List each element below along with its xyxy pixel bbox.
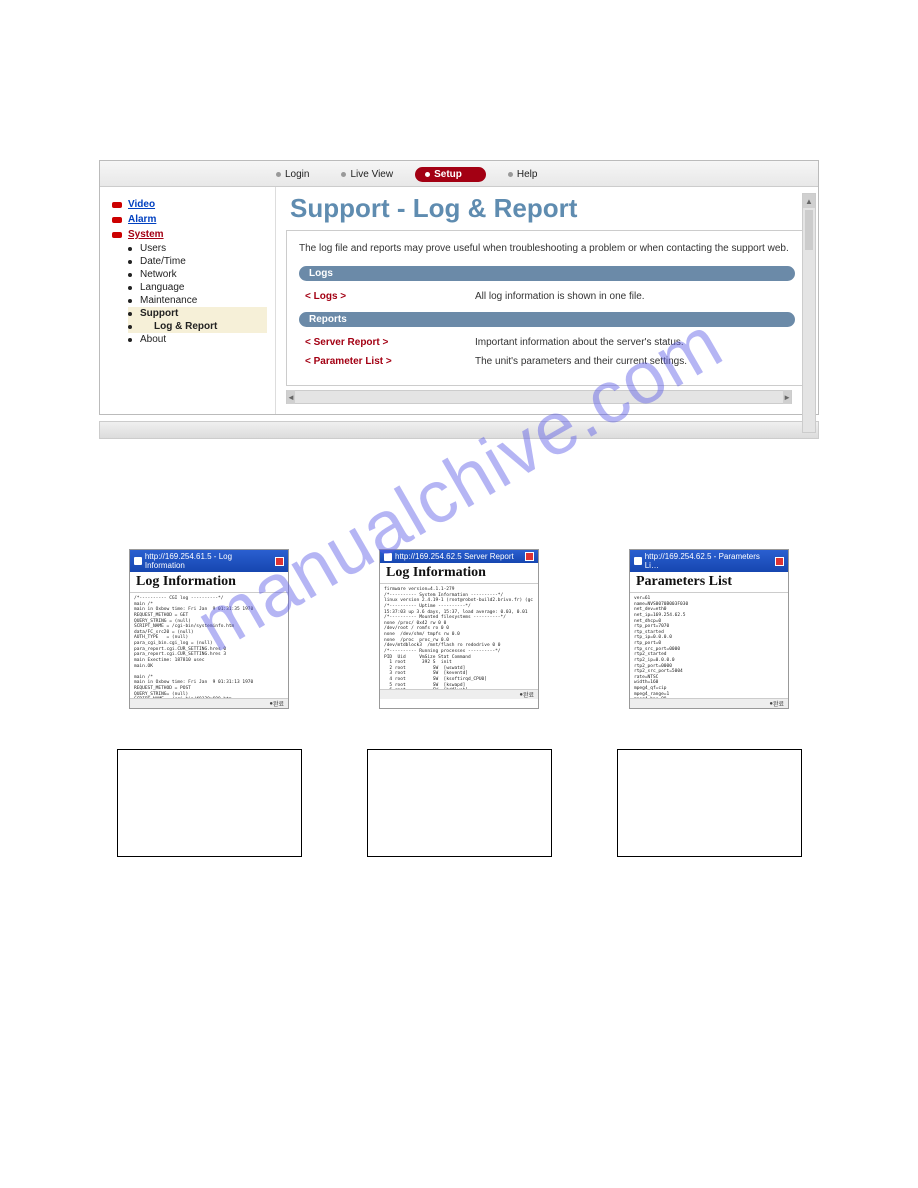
sidebar-video[interactable]: Video (112, 197, 267, 212)
link-logs[interactable]: < Logs > (305, 291, 455, 302)
scroll-left-icon[interactable]: ◄ (287, 390, 295, 404)
sidebar-system[interactable]: System (112, 227, 267, 242)
link-server-report[interactable]: < Server Report > (305, 337, 455, 348)
ie-icon (634, 557, 642, 565)
tab-live-view[interactable]: Live View (331, 167, 403, 182)
sidebar-item-maintenance[interactable]: Maintenance (128, 294, 267, 307)
thumb-parameters: http://169.254.62.5 - Parameters Li… Par… (629, 549, 789, 709)
sidebar-item-support[interactable]: Support (128, 307, 267, 320)
sidebar-item-log-report[interactable]: Log & Report (128, 320, 267, 333)
tab-login[interactable]: Login (266, 167, 319, 182)
close-icon[interactable] (275, 557, 284, 566)
page-title: Support - Log & Report (290, 193, 808, 224)
tab-help-label: Help (517, 169, 538, 180)
app-window: Login Live View Setup Help Video Alarm S… (99, 160, 819, 415)
thumb-heading: Log Information (380, 563, 538, 584)
top-tabbar: Login Live View Setup Help (100, 161, 818, 187)
thumb-body: ver=61 name=NVS0070B003F030 net_dev=eth0… (630, 593, 788, 698)
scroll-right-icon[interactable]: ► (783, 390, 791, 404)
thumbnail-row: http://169.254.61.5 - Log Information Lo… (99, 549, 819, 709)
sidebar-item-about[interactable]: About (128, 333, 267, 346)
sidebar-item-users[interactable]: Users (128, 242, 267, 255)
scroll-thumb[interactable] (805, 210, 813, 250)
close-icon[interactable] (525, 552, 534, 561)
thumb-heading: Parameters List (630, 572, 788, 593)
desc-logs: All log information is shown in one file… (475, 291, 789, 302)
tab-help[interactable]: Help (498, 167, 548, 182)
desc-server-report: Important information about the server's… (475, 337, 789, 348)
tab-setup-label: Setup (434, 169, 462, 180)
sidebar-alarm[interactable]: Alarm (112, 212, 267, 227)
section-reports: Reports (299, 312, 795, 327)
empty-box-row (99, 749, 819, 857)
sidebar-item-language[interactable]: Language (128, 281, 267, 294)
thumb-status: ● 완료 (380, 689, 538, 699)
thumb-titlebar: http://169.254.61.5 - Log Information (130, 550, 288, 572)
tab-live-view-label: Live View (350, 169, 393, 180)
thumb-body: /*---------- CGI log ----------*/ main /… (130, 593, 288, 698)
empty-box (617, 749, 802, 857)
thumb-heading: Log Information (130, 572, 288, 593)
thumb-titlebar: http://169.254.62.5 - Parameters Li… (630, 550, 788, 572)
content-pane: Support - Log & Report The log file and … (276, 187, 818, 414)
bullet-icon (112, 232, 122, 238)
thumb-status: ● 완료 (630, 698, 788, 708)
empty-box (367, 749, 552, 857)
thumb-log-info: http://169.254.61.5 - Log Information Lo… (129, 549, 289, 709)
ie-icon (384, 553, 392, 561)
thumb-body: firmware version=4.1.1-279 /*---------- … (380, 584, 538, 689)
content-box: The log file and reports may prove usefu… (286, 230, 808, 386)
sidebar: Video Alarm System Users Date/Time Netwo… (100, 187, 276, 414)
ie-icon (134, 557, 142, 565)
empty-box (117, 749, 302, 857)
thumb-status: ● 완료 (130, 698, 288, 708)
intro-text: The log file and reports may prove usefu… (299, 241, 795, 256)
bullet-icon (112, 202, 122, 208)
tab-setup[interactable]: Setup (415, 167, 486, 182)
tab-login-label: Login (285, 169, 309, 180)
sidebar-item-datetime[interactable]: Date/Time (128, 255, 267, 268)
thumb-server-report: http://169.254.62.5 Server Report Log In… (379, 549, 539, 709)
desc-parameter-list: The unit's parameters and their current … (475, 356, 789, 367)
scroll-up-icon[interactable]: ▲ (803, 194, 815, 208)
footer-bar (99, 421, 819, 439)
thumb-titlebar: http://169.254.62.5 Server Report (380, 550, 538, 563)
close-icon[interactable] (775, 557, 784, 566)
vertical-scrollbar[interactable]: ▲ (802, 193, 816, 433)
sidebar-item-network[interactable]: Network (128, 268, 267, 281)
section-logs: Logs (299, 266, 795, 281)
horizontal-scrollbar[interactable]: ◄ ► (286, 390, 792, 404)
link-parameter-list[interactable]: < Parameter List > (305, 356, 455, 367)
bullet-icon (112, 217, 122, 223)
